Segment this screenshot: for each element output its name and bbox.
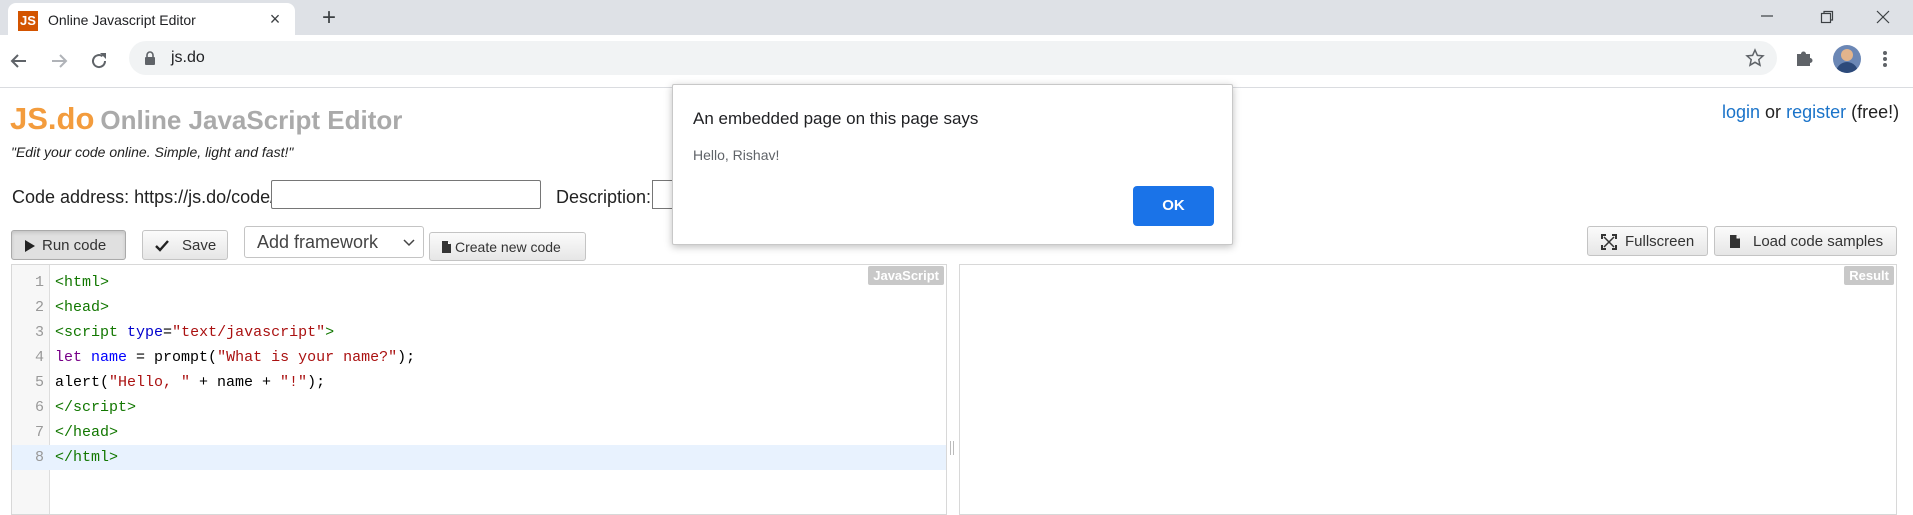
back-button[interactable] (6, 48, 32, 74)
tab-close-icon[interactable]: × (265, 9, 285, 29)
login-link[interactable]: login (1722, 102, 1760, 122)
fullscreen-label: Fullscreen (1625, 233, 1695, 250)
create-new-code-label: Create new code (455, 239, 561, 255)
line-number: 7 (34, 424, 44, 441)
tab-title: Online Javascript Editor (48, 12, 196, 28)
chevron-down-icon (403, 239, 415, 247)
line-number: 2 (34, 299, 44, 316)
code-text: </html> (55, 449, 119, 466)
code-editor[interactable]: 1 <html> 2 <head> 3 <script type="text/j… (11, 264, 947, 515)
play-icon (25, 240, 35, 252)
browser-tab[interactable]: JS Online Javascript Editor × (8, 3, 295, 35)
result-pane: Result (959, 264, 1897, 515)
expand-icon (1601, 234, 1617, 250)
auth-links: login or register (free!) (1722, 102, 1899, 123)
dialog-message: Hello, Rishav! (693, 147, 780, 163)
kebab-menu-icon[interactable] (1876, 48, 1894, 70)
logo-subtitle: Online JavaScript Editor (100, 105, 403, 135)
description-input[interactable] (652, 180, 672, 209)
code-text: </script> (55, 399, 137, 416)
profile-avatar[interactable] (1833, 45, 1861, 73)
fullscreen-button[interactable]: Fullscreen (1587, 226, 1708, 256)
code-line[interactable]: 3 <script type="text/javascript"> (12, 320, 946, 345)
code-text: </head> (55, 424, 119, 441)
code-text: alert("Hello, " + name + "!"); (55, 374, 326, 391)
code-line[interactable]: 5 alert("Hello, " + name + "!"); (12, 370, 946, 395)
restore-button[interactable] (1800, 0, 1856, 35)
code-text: let name = prompt("What is your name?"); (55, 349, 416, 366)
close-icon (1876, 10, 1890, 24)
save-button[interactable]: Save (142, 230, 228, 260)
register-link[interactable]: register (1786, 102, 1846, 122)
ok-button[interactable]: OK (1133, 186, 1214, 226)
description-label: Description: (556, 187, 652, 207)
reload-button[interactable] (86, 48, 112, 74)
pane-resize-handle[interactable] (950, 441, 954, 455)
arrow-right-icon (52, 54, 68, 68)
framework-select-value: Add framework (257, 232, 379, 252)
code-line[interactable]: 2 <head> (12, 295, 946, 320)
checkmark-icon (155, 240, 169, 252)
run-code-button[interactable]: Run code (11, 230, 126, 260)
code-line[interactable]: 7 </head> (12, 420, 946, 445)
logo-main: JS.do (10, 101, 95, 136)
site-logo[interactable]: JS.do Online JavaScript Editor (10, 101, 402, 137)
url-text: js.do (171, 49, 205, 66)
result-badge: Result (1844, 266, 1894, 285)
line-number: 1 (34, 274, 44, 291)
browser-toolbar: js.do (0, 35, 1913, 88)
js-favicon-icon: JS (18, 11, 38, 31)
forward-button[interactable] (46, 48, 72, 74)
address-bar[interactable]: js.do (129, 41, 1777, 75)
code-address-label: Code address: https://js.do/code/ (12, 187, 276, 207)
file-icon (1730, 235, 1740, 248)
arrow-left-icon (10, 54, 26, 68)
extensions-puzzle-icon[interactable] (1793, 47, 1815, 69)
close-window-button[interactable] (1856, 0, 1912, 35)
auth-free: (free!) (1851, 102, 1900, 122)
tagline: "Edit your code online. Simple, light an… (11, 144, 294, 160)
line-number: 8 (34, 449, 44, 466)
code-line-active[interactable]: 8 </html> (12, 445, 946, 470)
code-line[interactable]: 4 let name = prompt("What is your name?"… (12, 345, 946, 370)
restore-icon (1820, 10, 1834, 24)
save-label: Save (182, 237, 217, 254)
code-text: <html> (55, 274, 110, 291)
add-framework-select[interactable]: Add framework (244, 226, 424, 258)
auth-or: or (1765, 102, 1782, 122)
minimize-icon (1761, 15, 1773, 17)
javascript-badge: JavaScript (868, 266, 944, 285)
lock-icon (145, 51, 155, 65)
alert-dialog: An embedded page on this page says Hello… (672, 84, 1233, 245)
line-number: 6 (34, 399, 44, 416)
new-tab-button[interactable]: + (316, 6, 342, 32)
load-code-samples-button[interactable]: Load code samples (1714, 226, 1897, 256)
code-text: <head> (55, 299, 110, 316)
dialog-title: An embedded page on this page says (693, 109, 979, 128)
line-number: 3 (34, 324, 44, 341)
code-line[interactable]: 1 <html> (12, 270, 946, 295)
reload-icon (92, 53, 107, 69)
line-number: 5 (34, 374, 44, 391)
bookmark-star-icon[interactable] (1745, 48, 1765, 68)
minimize-button[interactable] (1740, 0, 1796, 35)
line-number: 4 (34, 349, 44, 366)
load-code-samples-label: Load code samples (1753, 233, 1884, 250)
code-text: <script type="text/javascript"> (55, 324, 335, 341)
create-new-code-button[interactable]: Create new code (429, 232, 586, 261)
code-line[interactable]: 6 </script> (12, 395, 946, 420)
run-code-label: Run code (42, 237, 107, 254)
document-icon (442, 241, 451, 253)
tab-strip: JS Online Javascript Editor × + (0, 0, 1913, 35)
code-address-input[interactable] (271, 180, 541, 209)
